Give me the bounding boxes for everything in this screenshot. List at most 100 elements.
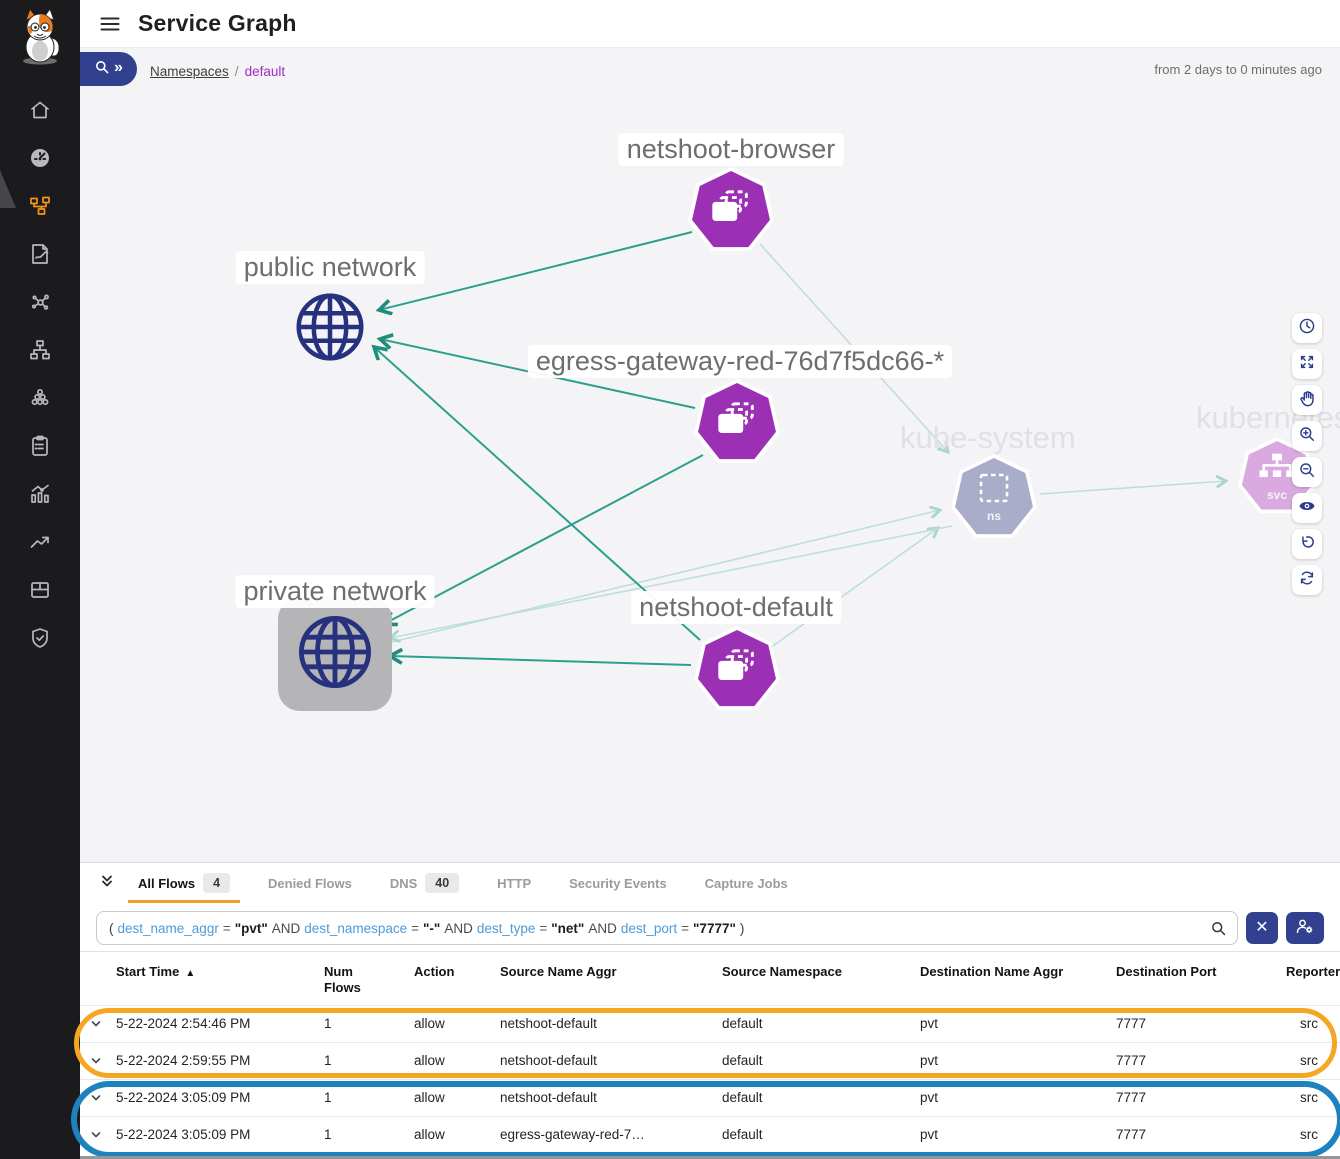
sidebar-item-home[interactable] (0, 88, 80, 136)
sidebar-item-metrics[interactable] (0, 472, 80, 520)
refresh-button[interactable] (1292, 565, 1322, 595)
user-gear-icon (1295, 917, 1315, 940)
expand-row-button[interactable] (90, 1018, 116, 1030)
sidebar-item-compliance-reports[interactable] (0, 424, 80, 472)
sidebar-item-dashboard[interactable] (0, 136, 80, 184)
tab-denied-flows[interactable]: Denied Flows (256, 863, 364, 903)
filter-token: dest_name_aggr (118, 921, 219, 936)
sitemap-icon (28, 338, 52, 367)
breadcrumb-namespaces-link[interactable]: Namespaces (150, 64, 229, 79)
zoom-out-button[interactable] (1292, 457, 1322, 487)
eye-icon (1298, 497, 1316, 520)
collapse-panel-button[interactable] (94, 870, 120, 896)
filter-search-icon[interactable] (1210, 920, 1227, 937)
filter-token: = (411, 921, 419, 936)
tab-badge: 4 (203, 873, 230, 893)
filter-token: ( (109, 921, 114, 936)
home-icon (28, 98, 52, 127)
user-settings-button[interactable] (1286, 912, 1324, 944)
table-row[interactable]: 5-22-2024 2:54:46 PM 1 allow netshoot-de… (80, 1005, 1340, 1042)
graph-edges (0, 48, 1340, 862)
cell-num-flows: 1 (324, 1053, 414, 1068)
clear-filter-button[interactable]: ✕ (1246, 912, 1278, 944)
expand-row-button[interactable] (90, 1092, 116, 1104)
column-destination-name-aggr[interactable]: Destination Name Aggr (920, 962, 1116, 979)
node-public-network[interactable] (290, 287, 370, 372)
time-settings-button[interactable] (1292, 313, 1322, 343)
column-source-namespace[interactable]: Source Namespace (722, 962, 920, 979)
sidebar-item-service-graph[interactable] (0, 184, 80, 232)
node-netshoot-default[interactable] (693, 626, 781, 714)
pan-button[interactable] (1292, 385, 1322, 415)
chevron-down-icon (90, 1018, 102, 1030)
selected-node-highlight (278, 597, 392, 711)
cell-dest-port: 7777 (1116, 1016, 1286, 1031)
show-hide-button[interactable] (1292, 493, 1322, 523)
hamburger-menu-icon[interactable] (96, 10, 124, 38)
column-source-name-aggr[interactable]: Source Name Aggr (500, 962, 722, 979)
bar-chart-icon (28, 482, 52, 511)
replicaset-icon (708, 186, 754, 237)
node-netshoot-browser[interactable] (687, 167, 775, 255)
cell-action: allow (414, 1127, 500, 1142)
policy-edit-icon (28, 242, 52, 271)
calico-cat-logo[interactable] (10, 6, 70, 70)
cell-reporter: src (1286, 1053, 1340, 1068)
sidebar-item-workloads[interactable] (0, 568, 80, 616)
zoom-in-icon (1298, 425, 1316, 448)
expand-icon (1298, 353, 1316, 376)
filter-token: ) (740, 921, 745, 936)
tab-dns[interactable]: DNS 40 (378, 863, 471, 903)
tab-http[interactable]: HTTP (485, 863, 543, 903)
double-chevron-down-icon (99, 873, 115, 894)
filter-token: dest_type (477, 921, 536, 936)
expand-row-button[interactable] (90, 1055, 116, 1067)
node-egress-gateway[interactable] (693, 379, 781, 467)
cell-dest-port: 7777 (1116, 1053, 1286, 1068)
zoom-in-button[interactable] (1292, 421, 1322, 451)
cell-start-time: 5-22-2024 2:54:46 PM (116, 1016, 324, 1031)
sidebar-item-clusters[interactable] (0, 376, 80, 424)
column-num-flows[interactable]: Num Flows (324, 962, 414, 997)
node-private-network[interactable] (278, 597, 392, 711)
expand-row-button[interactable] (90, 1129, 116, 1141)
tab-badge: 40 (425, 873, 459, 893)
sidebar-item-threat-defense[interactable] (0, 616, 80, 664)
node-kube-system[interactable]: ns (950, 454, 1038, 542)
replicaset-icon (714, 398, 760, 449)
column-reporter[interactable]: Reporter (1286, 962, 1340, 979)
undo-button[interactable] (1292, 529, 1322, 559)
graph-canvas[interactable]: kube-system kubernetes netshoot-browser … (0, 48, 1340, 862)
cell-source-namespace: default (722, 1127, 920, 1142)
tab-all-flows[interactable]: All Flows 4 (126, 863, 242, 903)
service-graph-screen: Service Graph (0, 0, 1340, 1159)
close-icon: ✕ (1255, 920, 1268, 936)
sidebar-item-flow-visualizations[interactable] (0, 280, 80, 328)
table-row[interactable]: 5-22-2024 2:59:55 PM 1 allow netshoot-de… (80, 1042, 1340, 1079)
cell-dest-name-aggr: pvt (920, 1127, 1116, 1142)
tab-capture-jobs[interactable]: Capture Jobs (693, 863, 800, 903)
refresh-icon (1298, 569, 1316, 592)
service-icon (1257, 452, 1297, 487)
clock-icon (1298, 317, 1316, 340)
column-destination-port[interactable]: Destination Port (1116, 962, 1286, 979)
chevron-down-icon (90, 1092, 102, 1104)
sidebar-item-network-topology[interactable] (0, 328, 80, 376)
filter-token: dest_namespace (304, 921, 407, 936)
sidebar-item-trends[interactable] (0, 520, 80, 568)
cell-num-flows: 1 (324, 1127, 414, 1142)
fit-to-screen-button[interactable] (1292, 349, 1322, 379)
sidebar-item-policies[interactable] (0, 232, 80, 280)
filter-input[interactable]: ( dest_name_aggr = "pvt" AND dest_namesp… (96, 911, 1238, 945)
graph-search-button[interactable]: » (80, 52, 137, 86)
app-header: Service Graph (80, 0, 1340, 48)
cell-dest-port: 7777 (1116, 1090, 1286, 1105)
panel-tabs: All Flows 4 Denied Flows DNS 40 HTTP Sec… (80, 863, 1340, 903)
breadcrumb-current: default (245, 64, 286, 79)
clipboard-icon (28, 434, 52, 463)
table-row[interactable]: 5-22-2024 3:05:09 PM 1 allow egress-gate… (80, 1116, 1340, 1153)
column-start-time[interactable]: Start Time▲ (116, 962, 324, 979)
tab-security-events[interactable]: Security Events (557, 863, 679, 903)
table-row[interactable]: 5-22-2024 3:05:09 PM 1 allow netshoot-de… (80, 1079, 1340, 1116)
column-action[interactable]: Action (414, 962, 500, 979)
